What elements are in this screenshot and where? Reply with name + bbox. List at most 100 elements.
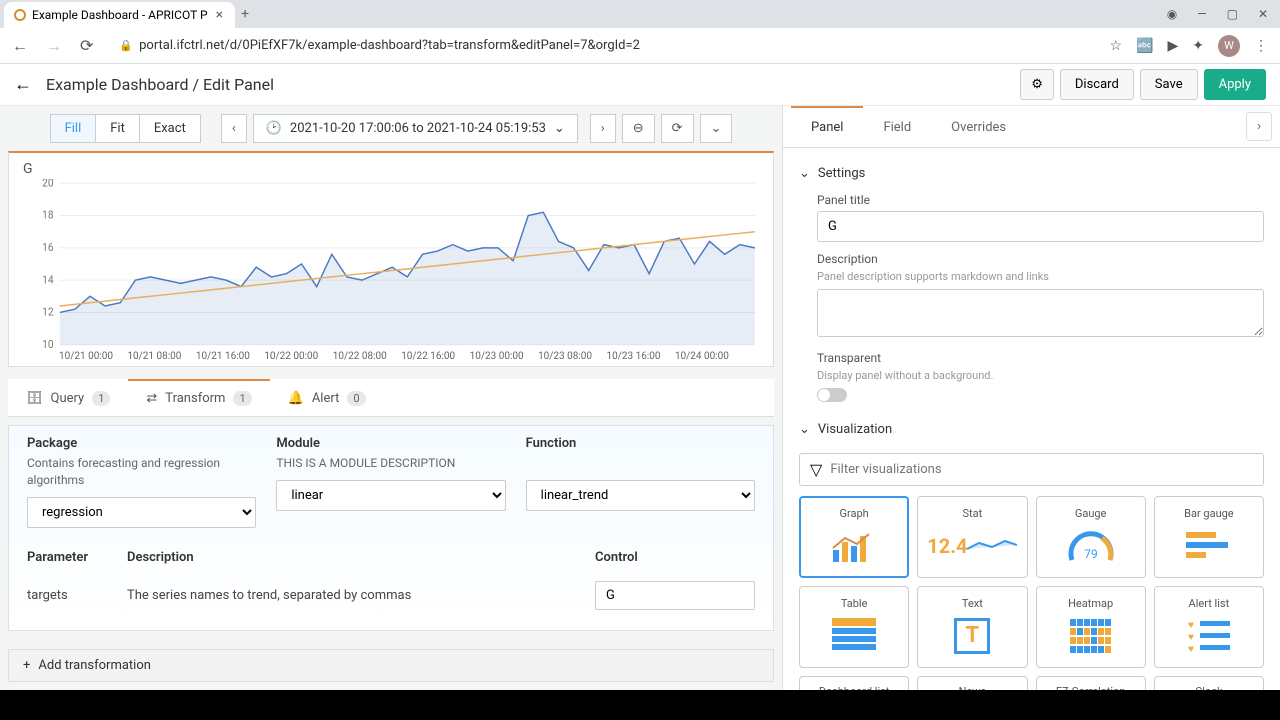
description-sublabel: Panel description supports markdown and … xyxy=(817,270,1264,283)
viz-card-stat[interactable]: Stat12.4 xyxy=(917,496,1027,578)
package-desc: Contains forecasting and regression algo… xyxy=(27,455,256,489)
svg-text:18: 18 xyxy=(42,209,54,222)
maximize-icon[interactable]: ▢ xyxy=(1227,7,1238,21)
timerange-text: 2021-10-20 17:00:06 to 2021-10-24 05:19:… xyxy=(290,121,546,136)
zoomout-icon[interactable]: ⊖ xyxy=(622,114,655,143)
menu-icon[interactable]: ⋮ xyxy=(1254,38,1268,54)
newtab-icon[interactable]: + xyxy=(239,4,251,24)
discard-button[interactable]: Discard xyxy=(1060,69,1134,100)
chart-area[interactable]: 101214161820 xyxy=(23,179,759,349)
viz-filter[interactable]: ▽ xyxy=(799,453,1264,486)
svg-text:♥: ♥ xyxy=(1188,632,1194,643)
module-label: Module xyxy=(276,436,505,451)
clock-icon: 🕑 xyxy=(266,121,282,136)
database-icon: 🗄 xyxy=(26,391,43,406)
viz-card-clock[interactable]: Clock xyxy=(1154,676,1264,690)
avatar[interactable]: W xyxy=(1218,35,1240,57)
viz-card-news[interactable]: News xyxy=(917,676,1027,690)
desc-header: Description xyxy=(127,550,595,565)
viz-card-dashboard-list[interactable]: Dashboard list xyxy=(799,676,909,690)
tab-transform[interactable]: ⇄ Transform 1 xyxy=(128,379,269,416)
viz-card-heatmap[interactable]: Heatmap xyxy=(1036,586,1146,668)
svg-text:10: 10 xyxy=(42,338,54,349)
module-select[interactable]: linear xyxy=(276,480,505,511)
star-icon[interactable]: ☆ xyxy=(1109,38,1122,54)
fit-button[interactable]: Fit xyxy=(96,115,140,142)
browser-tab[interactable]: Example Dashboard - APRICOT P × xyxy=(4,2,235,28)
svg-text:12: 12 xyxy=(42,305,54,318)
chevron-down-icon: ⌄ xyxy=(799,166,810,181)
tab-panel[interactable]: Panel xyxy=(791,106,863,147)
package-label: Package xyxy=(27,436,256,451)
viz-filter-input[interactable] xyxy=(830,462,1253,477)
favicon-icon xyxy=(14,9,26,21)
viz-card-graph[interactable]: Graph xyxy=(799,496,909,578)
panel-title-input[interactable] xyxy=(817,211,1264,242)
tab-overrides[interactable]: Overrides xyxy=(931,106,1026,147)
filter-icon: ▽ xyxy=(810,460,822,479)
tab-field[interactable]: Field xyxy=(863,106,931,147)
visualization-section[interactable]: ⌄ Visualization xyxy=(799,416,1264,443)
svg-text:♥: ♥ xyxy=(1188,644,1194,654)
function-label: Function xyxy=(526,436,755,451)
timerange-picker[interactable]: 🕑 2021-10-20 17:00:06 to 2021-10-24 05:1… xyxy=(253,114,578,143)
tab-query[interactable]: 🗄 Query 1 xyxy=(8,379,128,416)
reload-icon[interactable]: ⟳ xyxy=(76,32,97,59)
viz-card-alert-list[interactable]: Alert list♥♥♥ xyxy=(1154,586,1264,668)
chart-panel: G 101214161820 10/21 00:0010/21 08:0010/… xyxy=(8,151,774,367)
panel-back-icon[interactable]: ← xyxy=(14,74,32,95)
description-input[interactable] xyxy=(817,289,1264,337)
svg-text:79: 79 xyxy=(1084,547,1098,561)
fill-button[interactable]: Fill xyxy=(51,115,97,142)
panel-title-label: Panel title xyxy=(817,193,1264,207)
back-icon[interactable]: ← xyxy=(8,32,32,60)
collapse-sidebar-icon[interactable]: › xyxy=(1246,112,1272,141)
refresh-menu-icon[interactable]: ⌄ xyxy=(700,114,733,143)
bell-icon: 🔔 xyxy=(288,391,304,406)
function-select[interactable]: linear_trend xyxy=(526,480,755,511)
cast-icon[interactable]: ▶ xyxy=(1167,38,1178,54)
svg-text:14: 14 xyxy=(42,273,54,286)
next-icon[interactable]: › xyxy=(590,114,616,143)
param-row: targetsThe series names to trend, separa… xyxy=(27,571,755,620)
chart-title: G xyxy=(23,161,759,177)
lock-icon: 🔒 xyxy=(119,39,133,52)
module-desc: THIS IS A MODULE DESCRIPTION xyxy=(276,455,505,472)
transparent-toggle[interactable] xyxy=(817,388,847,402)
tab-title: Example Dashboard - APRICOT P xyxy=(32,8,208,22)
forward-icon[interactable]: → xyxy=(42,32,66,60)
close-tab-icon[interactable]: × xyxy=(214,5,225,25)
viz-card-bar-gauge[interactable]: Bar gauge xyxy=(1154,496,1264,578)
minimize-icon[interactable]: — xyxy=(1197,7,1206,21)
viz-card-text[interactable]: TextT xyxy=(917,586,1027,668)
settings-button[interactable]: ⚙ xyxy=(1020,69,1054,100)
exact-button[interactable]: Exact xyxy=(140,115,200,142)
extensions-icon[interactable]: ✦ xyxy=(1192,38,1204,54)
viz-card-table[interactable]: Table xyxy=(799,586,909,668)
svg-text:20: 20 xyxy=(42,179,54,189)
settings-section[interactable]: ⌄ Settings xyxy=(799,160,1264,187)
address-bar[interactable]: 🔒 portal.ifctrl.net/d/0PiEfXF7k/example-… xyxy=(107,38,1099,53)
footer xyxy=(0,690,1280,720)
apply-button[interactable]: Apply xyxy=(1204,69,1266,100)
package-select[interactable]: regression xyxy=(27,497,256,528)
transparent-label: Transparent xyxy=(817,351,1264,365)
tab-alert[interactable]: 🔔 Alert 0 xyxy=(270,379,384,416)
save-button[interactable]: Save xyxy=(1140,69,1198,100)
prev-icon[interactable]: ‹ xyxy=(221,114,247,143)
param-control[interactable]: data xyxy=(595,630,755,631)
record-icon[interactable]: ◉ xyxy=(1167,7,1177,21)
refresh-icon[interactable]: ⟳ xyxy=(661,114,694,143)
ctrl-header: Control xyxy=(595,550,755,565)
plus-icon: + xyxy=(23,658,30,673)
chevron-down-icon: ⌄ xyxy=(799,422,810,437)
transparent-sublabel: Display panel without a background. xyxy=(817,369,1264,382)
viz-card-ez-correlation[interactable]: EZ Correlation xyxy=(1036,676,1146,690)
close-window-icon[interactable]: ✕ xyxy=(1258,7,1268,21)
url-text: portal.ifctrl.net/d/0PiEfXF7k/example-da… xyxy=(139,38,640,53)
add-transformation-button[interactable]: + Add transformation xyxy=(8,649,774,682)
translate-icon[interactable]: 🔤 xyxy=(1136,38,1153,54)
param-control[interactable] xyxy=(595,581,755,610)
viz-card-gauge[interactable]: Gauge79 xyxy=(1036,496,1146,578)
breadcrumb: Example Dashboard / Edit Panel xyxy=(46,75,274,94)
